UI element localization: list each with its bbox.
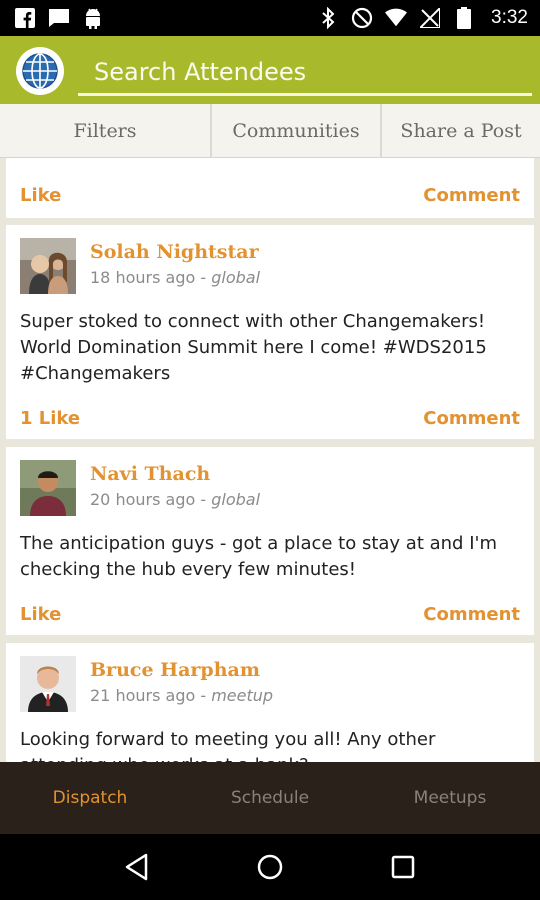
avatar[interactable] (20, 656, 76, 712)
post-scope: global (211, 268, 261, 287)
like-button[interactable]: 1 Like (20, 408, 80, 429)
comment-button[interactable]: Comment (423, 408, 520, 429)
nav-dispatch[interactable]: Dispatch (0, 762, 180, 834)
comment-button[interactable]: Comment (423, 604, 520, 625)
post-scope: meetup (211, 686, 274, 705)
post-meta: 21 hours ago - meetup (90, 686, 273, 705)
status-right-icons: 3:32 (317, 7, 528, 29)
status-bar: 3:32 (0, 0, 540, 36)
avatar[interactable] (20, 460, 76, 516)
post-time: 20 hours ago - (90, 490, 212, 509)
avatar[interactable] (20, 238, 76, 294)
post-time: 18 hours ago - (90, 268, 212, 287)
chat-icon (48, 7, 70, 29)
bluetooth-icon (317, 7, 339, 29)
post-text: Super stoked to connect with other Chang… (20, 311, 487, 384)
post-meta: 18 hours ago - global (90, 268, 260, 287)
post-author[interactable]: Bruce Harpham (90, 659, 260, 681)
search-input[interactable] (78, 50, 532, 93)
nav-meetups[interactable]: Meetups (360, 762, 540, 834)
post-card: Bruce Harpham 21 hours ago - meetup Look… (6, 643, 534, 762)
globe-icon[interactable] (16, 47, 64, 95)
battery-icon (453, 7, 475, 29)
post-author[interactable]: Navi Thach (90, 463, 210, 485)
search-bar (78, 50, 532, 96)
do-not-disturb-icon (351, 7, 373, 29)
post-text: Looking forward to meeting you all! Any … (20, 729, 436, 762)
tab-filters[interactable]: Filters (0, 104, 212, 158)
post-card: Navi Thach 20 hours ago - global The ant… (6, 447, 534, 635)
comment-button[interactable]: Comment (423, 185, 520, 206)
app-header (0, 36, 540, 104)
post-time: 21 hours ago - (90, 686, 212, 705)
post-actions: Like Comment (6, 180, 534, 210)
system-nav-bar (0, 834, 540, 900)
post-card: Like Comment (6, 158, 534, 218)
post-author[interactable]: Solah Nightstar (90, 241, 259, 263)
status-left-icons (14, 7, 104, 29)
dispatch-feed[interactable]: Like Comment Solah Nightstar 18 hours ag… (0, 158, 540, 762)
nav-schedule[interactable]: Schedule (180, 762, 360, 834)
android-icon (82, 7, 104, 29)
top-tabs: Filters Communities Share a Post (0, 104, 540, 158)
back-icon[interactable] (117, 847, 157, 887)
post-card: Solah Nightstar 18 hours ago - global Su… (6, 225, 534, 439)
recents-icon[interactable] (383, 847, 423, 887)
post-scope: global (211, 490, 261, 509)
post-meta: 20 hours ago - global (90, 490, 260, 509)
tab-communities[interactable]: Communities (212, 104, 382, 158)
like-button[interactable]: Like (20, 185, 61, 206)
post-actions: Like Comment (6, 599, 534, 629)
clock: 3:32 (491, 7, 528, 28)
facebook-icon (14, 7, 36, 29)
home-icon[interactable] (250, 847, 290, 887)
like-button[interactable]: Like (20, 604, 61, 625)
no-signal-icon (419, 7, 441, 29)
post-text: The anticipation guys - got a place to s… (20, 533, 497, 580)
wifi-icon (385, 7, 408, 29)
tab-share-a-post[interactable]: Share a Post (382, 104, 540, 158)
post-actions: 1 Like Comment (6, 403, 534, 433)
bottom-nav: Dispatch Schedule Meetups (0, 762, 540, 834)
